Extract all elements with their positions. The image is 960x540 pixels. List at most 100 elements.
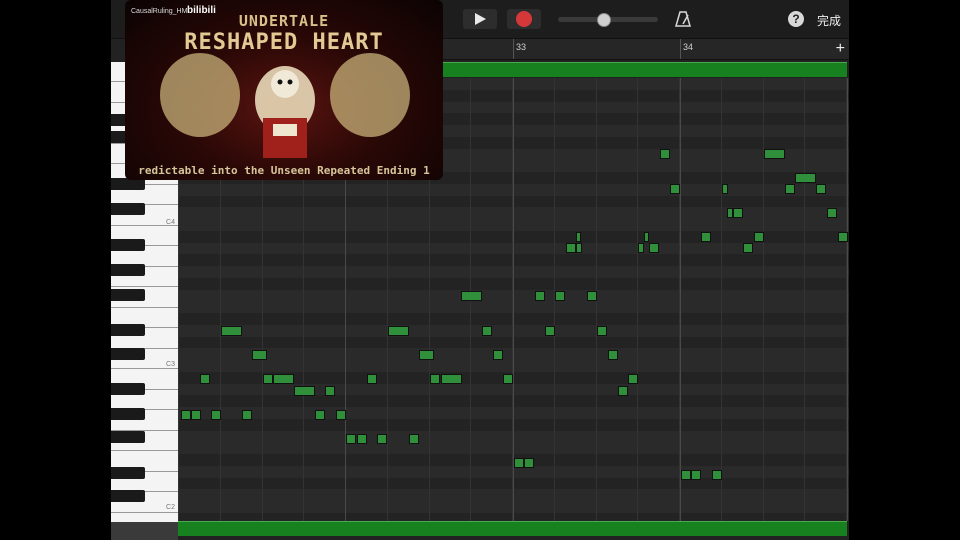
- bar-line: [680, 78, 681, 521]
- black-key[interactable]: [111, 324, 145, 336]
- midi-note[interactable]: [493, 350, 503, 360]
- midi-note[interactable]: [733, 208, 743, 218]
- octave-label: C2: [166, 504, 175, 511]
- record-icon: [516, 11, 532, 27]
- metronome-button[interactable]: [674, 10, 692, 28]
- midi-note[interactable]: [608, 350, 618, 360]
- midi-note[interactable]: [221, 326, 242, 336]
- black-key[interactable]: [111, 431, 145, 443]
- midi-note[interactable]: [576, 232, 581, 242]
- help-button[interactable]: ?: [788, 11, 804, 27]
- metronome-icon: [675, 11, 691, 27]
- midi-note[interactable]: [722, 184, 728, 194]
- video-title-line-2: RESHAPED HEART: [184, 30, 384, 55]
- record-button[interactable]: [507, 9, 541, 29]
- midi-note[interactable]: [795, 173, 816, 183]
- midi-note[interactable]: [524, 458, 534, 468]
- video-title-line-1: UNDERTALE: [238, 12, 330, 30]
- black-key[interactable]: [111, 239, 145, 251]
- midi-note[interactable]: [712, 470, 722, 480]
- midi-note[interactable]: [367, 374, 377, 384]
- midi-note[interactable]: [670, 184, 680, 194]
- midi-note[interactable]: [409, 434, 419, 444]
- beat-line: [804, 78, 805, 521]
- midi-note[interactable]: [743, 243, 753, 253]
- black-key[interactable]: [111, 490, 145, 502]
- midi-note[interactable]: [315, 410, 325, 420]
- midi-note[interactable]: [419, 350, 434, 360]
- midi-note[interactable]: [649, 243, 659, 253]
- midi-note[interactable]: [441, 374, 462, 384]
- midi-note[interactable]: [482, 326, 492, 336]
- bar-tick: [680, 39, 681, 59]
- video-thumbnail-overlay[interactable]: CausalRuling_HM bilibili UNDERTALE RESHA…: [125, 0, 443, 180]
- midi-note[interactable]: [816, 184, 826, 194]
- character-artwork: [160, 53, 410, 158]
- keyboard-footer: [111, 522, 178, 540]
- bar-line: [513, 78, 514, 521]
- black-key[interactable]: [111, 467, 145, 479]
- play-icon: [475, 13, 486, 25]
- octave-label: C4: [166, 219, 175, 226]
- midi-note[interactable]: [566, 243, 576, 253]
- midi-note[interactable]: [242, 410, 252, 420]
- midi-note[interactable]: [638, 243, 644, 253]
- black-key[interactable]: [111, 289, 145, 301]
- black-key[interactable]: [111, 408, 145, 420]
- midi-note[interactable]: [377, 434, 387, 444]
- bar-number: 33: [516, 42, 527, 52]
- midi-note[interactable]: [503, 374, 513, 384]
- midi-note[interactable]: [430, 374, 440, 384]
- octave-label: C3: [166, 361, 175, 368]
- midi-note[interactable]: [754, 232, 764, 242]
- midi-note[interactable]: [618, 386, 628, 396]
- region-bar-bottom[interactable]: [178, 521, 847, 536]
- done-button[interactable]: 完成: [817, 12, 841, 29]
- bar-tick: [513, 39, 514, 59]
- beat-line: [637, 78, 638, 521]
- volume-slider[interactable]: [558, 13, 658, 27]
- midi-note[interactable]: [336, 410, 346, 420]
- midi-note[interactable]: [294, 386, 315, 396]
- midi-note[interactable]: [555, 291, 565, 301]
- midi-note[interactable]: [200, 374, 210, 384]
- midi-note[interactable]: [644, 232, 649, 242]
- midi-note[interactable]: [545, 326, 555, 336]
- black-key[interactable]: [111, 203, 145, 215]
- midi-note[interactable]: [388, 326, 409, 336]
- midi-note[interactable]: [587, 291, 597, 301]
- midi-note[interactable]: [181, 410, 191, 420]
- volume-slider-thumb[interactable]: [597, 13, 611, 27]
- midi-note[interactable]: [211, 410, 221, 420]
- midi-note[interactable]: [597, 326, 607, 336]
- midi-note[interactable]: [514, 458, 524, 468]
- beat-line: [763, 78, 764, 521]
- midi-note[interactable]: [701, 232, 711, 242]
- black-key[interactable]: [111, 383, 145, 395]
- midi-note[interactable]: [357, 434, 367, 444]
- bar-line: [847, 78, 848, 521]
- midi-note[interactable]: [838, 232, 848, 242]
- midi-note[interactable]: [691, 470, 701, 480]
- midi-note[interactable]: [263, 374, 273, 384]
- midi-note[interactable]: [325, 386, 335, 396]
- midi-note[interactable]: [461, 291, 482, 301]
- midi-note[interactable]: [660, 149, 670, 159]
- black-key[interactable]: [111, 348, 145, 360]
- add-region-button[interactable]: +: [836, 39, 845, 59]
- midi-note[interactable]: [785, 184, 795, 194]
- midi-note[interactable]: [191, 410, 201, 420]
- midi-note[interactable]: [346, 434, 356, 444]
- midi-note[interactable]: [273, 374, 294, 384]
- midi-note[interactable]: [628, 374, 638, 384]
- bar-number: 34: [683, 42, 694, 52]
- play-button[interactable]: [463, 9, 497, 29]
- midi-note[interactable]: [764, 149, 785, 159]
- beat-line: [721, 78, 722, 521]
- midi-note[interactable]: [827, 208, 837, 218]
- midi-note[interactable]: [535, 291, 545, 301]
- black-key[interactable]: [111, 264, 145, 276]
- midi-note[interactable]: [681, 470, 691, 480]
- midi-note[interactable]: [252, 350, 267, 360]
- midi-note[interactable]: [576, 243, 582, 253]
